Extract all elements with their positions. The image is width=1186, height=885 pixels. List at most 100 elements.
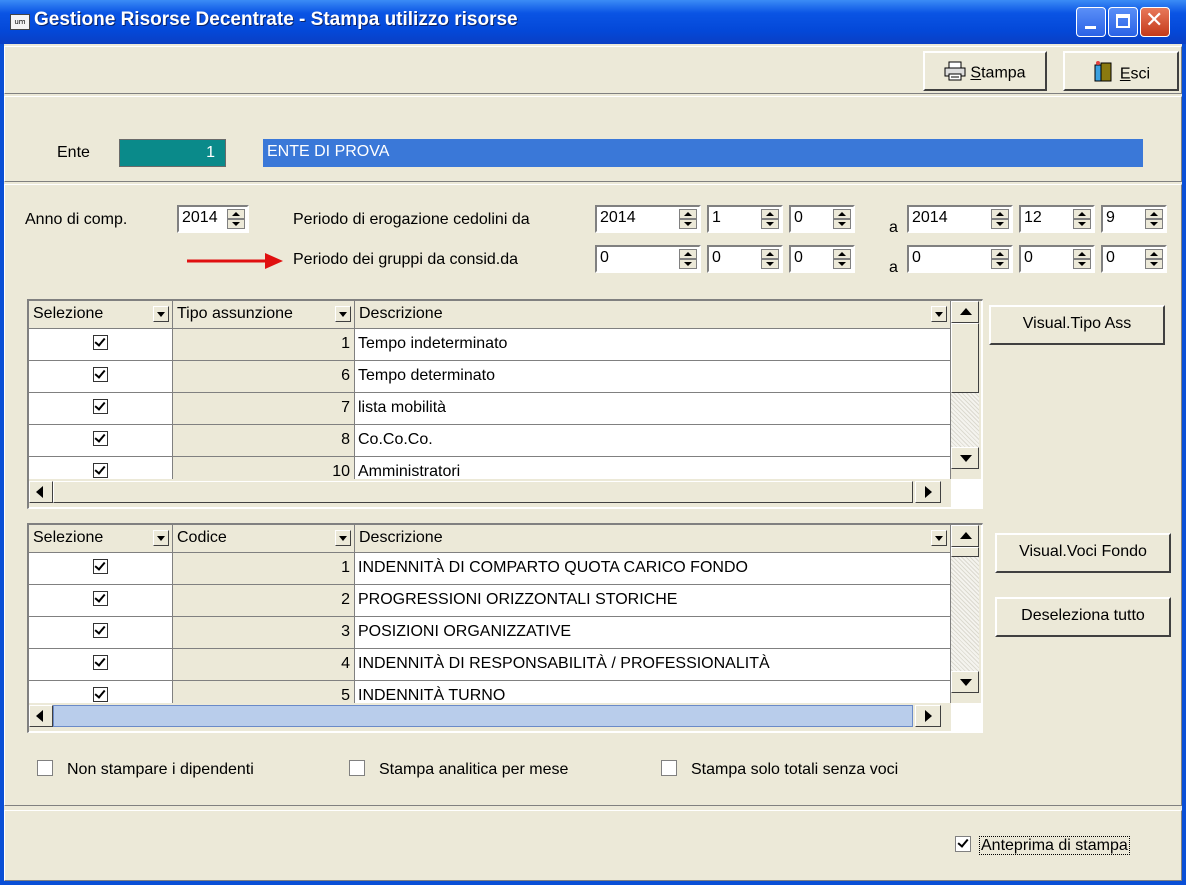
maximize-button[interactable] [1108, 7, 1138, 37]
title-bar[interactable]: um Gestione Risorse Decentrate - Stampa … [0, 0, 1186, 44]
grid-voci-header-codice[interactable]: Codice [173, 525, 355, 553]
spin-arrows-icon[interactable] [679, 249, 697, 269]
row-select-cell[interactable] [29, 425, 173, 457]
gruppi-to-num-spinner[interactable]: 0 [1101, 245, 1167, 273]
row-select-cell[interactable] [29, 393, 173, 425]
grid-tipo-header-selezione[interactable]: Selezione [29, 301, 173, 329]
grid-voci-hscrollbar[interactable] [29, 703, 951, 731]
scroll-right-icon[interactable] [915, 481, 941, 503]
row-select-cell[interactable] [29, 329, 173, 361]
scroll-left-icon[interactable] [29, 705, 53, 727]
checkbox-icon[interactable] [93, 366, 108, 382]
scroll-up-icon[interactable] [951, 525, 979, 547]
table-row[interactable]: 1 Tempo indeterminato [29, 329, 951, 361]
spin-arrows-icon[interactable] [1145, 209, 1163, 229]
analitica-checkbox[interactable]: Stampa analitica per mese [349, 760, 568, 779]
checkbox-icon[interactable] [93, 590, 108, 606]
spin-arrows-icon[interactable] [761, 209, 779, 229]
grid-tipo-vscrollbar[interactable] [951, 301, 981, 479]
close-button[interactable]: ✕ [1140, 7, 1170, 37]
grid-voci-header-descrizione[interactable]: Descrizione [355, 525, 951, 553]
gruppi-from-year-spinner[interactable]: 0 [595, 245, 701, 273]
deseleziona-tutto-button[interactable]: Deseleziona tutto [995, 597, 1171, 637]
row-select-cell[interactable] [29, 585, 173, 617]
spin-arrows-icon[interactable] [991, 209, 1009, 229]
checkbox-icon[interactable] [955, 836, 971, 853]
dropdown-icon[interactable] [153, 530, 169, 546]
gruppi-from-num-spinner[interactable]: 0 [789, 245, 855, 273]
solo-totali-checkbox[interactable]: Stampa solo totali senza voci [661, 760, 898, 779]
table-row[interactable]: 3 POSIZIONI ORGANIZZATIVE [29, 617, 951, 649]
erog-from-num-spinner[interactable]: 0 [789, 205, 855, 233]
anno-spinner[interactable]: 2014 [177, 205, 249, 233]
spin-arrows-icon[interactable] [991, 249, 1009, 269]
erog-to-year-spinner[interactable]: 2014 [907, 205, 1013, 233]
gruppi-to-year-spinner[interactable]: 0 [907, 245, 1013, 273]
checkbox-icon[interactable] [661, 760, 677, 777]
checkbox-icon[interactable] [93, 334, 108, 350]
esci-button[interactable]: Esci [1063, 51, 1179, 91]
dropdown-icon[interactable] [153, 306, 169, 322]
table-row[interactable]: 7 lista mobilità [29, 393, 951, 425]
row-select-cell[interactable] [29, 649, 173, 681]
scroll-down-icon[interactable] [951, 447, 979, 469]
dropdown-icon[interactable] [335, 306, 351, 322]
spin-arrows-icon[interactable] [1073, 209, 1091, 229]
dropdown-icon[interactable] [931, 530, 947, 546]
stampa-button[interactable]: Stampa [923, 51, 1047, 91]
anteprima-checkbox[interactable]: Anteprima di stampa [955, 836, 1130, 855]
grid-tipo-header-tipo[interactable]: Tipo assunzione [173, 301, 355, 329]
checkbox-icon[interactable] [93, 686, 108, 702]
table-row[interactable]: 8 Co.Co.Co. [29, 425, 951, 457]
spin-arrows-icon[interactable] [1145, 249, 1163, 269]
table-row[interactable]: 6 Tempo determinato [29, 361, 951, 393]
scroll-thumb[interactable] [951, 547, 979, 557]
erog-from-year-spinner[interactable]: 2014 [595, 205, 701, 233]
tipo-assunzione-grid[interactable]: Selezione Tipo assunzione Descrizione 1T… [27, 299, 983, 509]
spin-arrows-icon[interactable] [679, 209, 697, 229]
hscroll-thumb[interactable] [53, 705, 913, 727]
checkbox-icon[interactable] [93, 398, 108, 414]
scroll-down-icon[interactable] [951, 671, 979, 693]
minimize-button[interactable] [1076, 7, 1106, 37]
scroll-up-icon[interactable] [951, 301, 979, 323]
erog-to-month-spinner[interactable]: 12 [1019, 205, 1095, 233]
spin-arrows-icon[interactable] [833, 209, 851, 229]
grid-tipo-header-descrizione[interactable]: Descrizione [355, 301, 951, 329]
non-stampare-checkbox[interactable]: Non stampare i dipendenti [37, 760, 254, 779]
checkbox-icon[interactable] [93, 558, 108, 574]
gruppi-to-month-spinner[interactable]: 0 [1019, 245, 1095, 273]
spin-arrows-icon[interactable] [833, 249, 851, 269]
ente-code-field[interactable]: 1 [119, 139, 226, 167]
erog-to-num-spinner[interactable]: 9 [1101, 205, 1167, 233]
table-row[interactable]: 1 INDENNITÀ DI COMPARTO QUOTA CARICO FOND… [29, 553, 951, 585]
checkbox-icon[interactable] [37, 760, 53, 777]
row-select-cell[interactable] [29, 553, 173, 585]
checkbox-icon[interactable] [349, 760, 365, 777]
erog-from-month-spinner[interactable]: 1 [707, 205, 783, 233]
checkbox-icon[interactable] [93, 654, 108, 670]
scroll-right-icon[interactable] [915, 705, 941, 727]
grid-voci-header-selezione[interactable]: Selezione [29, 525, 173, 553]
checkbox-icon[interactable] [93, 622, 108, 638]
spin-arrows-icon[interactable] [1073, 249, 1091, 269]
table-row[interactable]: 4 INDENNITÀ DI RESPONSABILITÀ / PROFESSIO… [29, 649, 951, 681]
row-select-cell[interactable] [29, 617, 173, 649]
visual-voci-fondo-button[interactable]: Visual.Voci Fondo [995, 533, 1171, 573]
grid-voci-vscrollbar[interactable] [951, 525, 981, 703]
spin-arrows-icon[interactable] [227, 209, 245, 229]
gruppi-from-month-spinner[interactable]: 0 [707, 245, 783, 273]
visual-tipo-ass-button[interactable]: Visual.Tipo Ass [989, 305, 1165, 345]
grid-tipo-hscrollbar[interactable] [29, 479, 951, 507]
row-select-cell[interactable] [29, 361, 173, 393]
hscroll-thumb[interactable] [53, 481, 913, 503]
voci-fondo-grid[interactable]: Selezione Codice Descrizione 1 INDENNITÀ … [27, 523, 983, 733]
dropdown-icon[interactable] [335, 530, 351, 546]
table-row[interactable]: 2 PROGRESSIONI ORIZZONTALI STORICHE [29, 585, 951, 617]
scroll-thumb[interactable] [951, 323, 979, 393]
checkbox-icon[interactable] [93, 430, 108, 446]
dropdown-icon[interactable] [931, 306, 947, 322]
scroll-left-icon[interactable] [29, 481, 53, 503]
spin-arrows-icon[interactable] [761, 249, 779, 269]
checkbox-icon[interactable] [93, 462, 108, 478]
